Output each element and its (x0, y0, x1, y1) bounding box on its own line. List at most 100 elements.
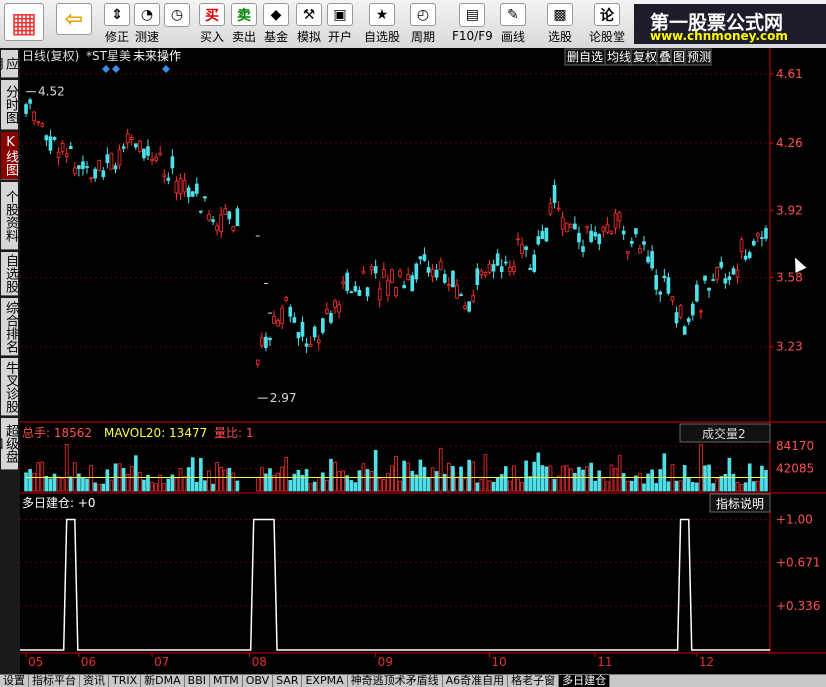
speed-test-button[interactable]: ◔ 测速 (134, 3, 160, 45)
volume-bar-55 (260, 467, 264, 492)
candle-body-143 (601, 226, 606, 232)
candle-body-112 (475, 268, 480, 286)
volume-bar-76 (345, 475, 350, 492)
f10-label: F10/F9 (452, 29, 493, 43)
buy-button[interactable]: 买买入 (199, 3, 225, 45)
volume-bar-121 (528, 476, 532, 492)
volume-bar-40 (182, 476, 187, 492)
left-tab-6[interactable]: 综合排名 (1, 298, 18, 356)
simulate-button[interactable]: ⚒ 模拟 (296, 3, 322, 45)
date-tick-label-6: 10 (492, 655, 507, 669)
pen-icon: ✎ (500, 3, 526, 26)
adjust-button[interactable]: ⇕ 修正 (104, 3, 130, 45)
candle-body-160 (670, 296, 675, 301)
period-button[interactable]: ◴ 周期 (410, 3, 436, 45)
candle-body-129 (544, 227, 549, 242)
volume-bar-130 (564, 465, 569, 492)
volume-bar-88 (394, 456, 398, 492)
forum-button[interactable]: 论论股堂 (589, 3, 625, 45)
indicator-tab-10[interactable]: EXPMA (302, 675, 348, 687)
candle-body-80 (345, 272, 350, 291)
candle-body-180 (751, 240, 756, 246)
indicator-tab-13[interactable]: 格老子窗 (508, 675, 560, 687)
candle-body-171 (715, 267, 720, 280)
volume-bar-70 (320, 472, 325, 492)
indicator-tab-5[interactable]: 新DMA (141, 675, 185, 687)
sell-icon: 卖 (231, 3, 257, 26)
volume-bar-6 (44, 475, 49, 492)
volume-bar-9 (56, 476, 61, 492)
volume-bar-140 (605, 481, 610, 492)
left-tab-5[interactable]: 自选股 (1, 252, 18, 296)
left-tab-4[interactable]: 个股资料 (1, 182, 18, 250)
candle-body-157 (658, 291, 663, 295)
forum-icon: 论 (594, 3, 620, 26)
volume-bar-1 (24, 472, 28, 492)
left-tab-2[interactable]: 分时图 (1, 80, 18, 130)
indicator-tick-label-2: +0.671 (776, 555, 820, 569)
volume-bar-85 (381, 479, 386, 492)
candle-body-115 (487, 263, 492, 273)
volume-bar-86 (386, 473, 390, 492)
clock-button[interactable]: ◷ (164, 3, 190, 45)
volume-bar-154 (662, 453, 667, 492)
left-tab-1[interactable]: 应用 (0, 50, 18, 78)
left-tab-7[interactable]: 牛叉诊股 (1, 358, 18, 416)
indicator-tab-2[interactable]: 指标平台 (29, 675, 80, 687)
indicator-tab-3[interactable]: 资讯 (80, 675, 109, 687)
volume-bar-167 (715, 477, 720, 492)
volume-bar-63 (292, 473, 297, 492)
candle-body-162 (678, 305, 683, 318)
candle-body-109 (463, 305, 467, 309)
indicator-tab-6[interactable]: BBI (185, 675, 210, 687)
candle-body-43 (194, 183, 199, 194)
candle-body-108 (459, 294, 463, 297)
candle-body-120 (508, 267, 512, 272)
volume-bar-142 (613, 467, 618, 492)
sell-button[interactable]: 卖卖出 (231, 3, 257, 45)
volume-bar-48 (215, 462, 219, 492)
left-tab-8[interactable]: 超级盘口 (0, 418, 18, 470)
volume-bar-108 (475, 482, 480, 492)
header-button-label-6: 预测 (687, 50, 711, 64)
volume-bar-107 (471, 461, 476, 492)
indicator-tab-9[interactable]: SAR (273, 675, 303, 687)
candle-body-7 (48, 136, 53, 151)
indicator-tab-7[interactable]: MTM (210, 675, 243, 687)
open-account-button[interactable]: ▣ 开户 (327, 3, 353, 45)
draw-line-label: 画线 (500, 30, 525, 44)
candle-body-88 (377, 288, 382, 301)
volume-bar-33 (154, 483, 158, 492)
left-tab-3[interactable]: K线图 (1, 132, 18, 180)
indicator-tab-4[interactable]: TRIX (109, 675, 142, 687)
back-button[interactable]: ⇦ (56, 3, 92, 45)
indicator-tab-12[interactable]: A6奇准自用 (443, 675, 509, 687)
indicator-tab-11[interactable]: 神奇逃顶术矛盾线 (348, 675, 443, 687)
volume-bar-28 (133, 455, 138, 492)
logo-button[interactable]: ▦ (4, 3, 44, 45)
candle-body-1 (24, 104, 28, 114)
watchlist-button[interactable]: ★ 自选股 (364, 3, 400, 45)
volume-bar-129 (560, 465, 565, 492)
candle-body-163 (682, 326, 687, 335)
candle-body-166 (695, 284, 699, 302)
volume-bar-151 (650, 469, 654, 492)
candle-body-179 (747, 252, 752, 258)
volume-bar-59 (276, 472, 280, 492)
volume-bar-52 (231, 472, 236, 492)
draw-line-button[interactable]: ✎ 画线 (500, 3, 526, 45)
candle-body-85 (365, 287, 370, 297)
volume-bar-73 (333, 461, 337, 492)
volume-bar-133 (577, 466, 581, 492)
f10-button[interactable]: ▤ F10/F9 (452, 3, 493, 45)
indicator-tab-14[interactable]: 多日建仓 (559, 675, 611, 687)
fund-button[interactable]: ◆ 基金 (263, 3, 289, 45)
volume-bar-147 (634, 475, 638, 492)
indicator-help-label: 指标说明 (716, 496, 764, 511)
indicator-tab-8[interactable]: OBV (243, 675, 274, 687)
candle-body-68 (296, 331, 301, 339)
price-tick-label-5: 3.23 (776, 340, 803, 354)
select-stock-button[interactable]: ▩ 选股 (547, 3, 573, 45)
indicator-tab-1[interactable]: 设置 (0, 675, 29, 687)
candle-body-136 (573, 223, 577, 230)
